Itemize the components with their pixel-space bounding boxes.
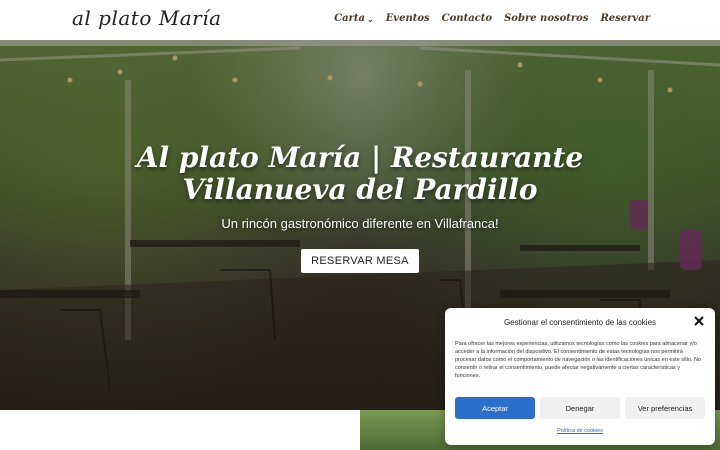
- nav-item-label: Sobre nosotros: [504, 13, 589, 24]
- nav-item-reservar[interactable]: Reservar: [601, 13, 651, 24]
- site-header: al plato María Carta ⌄ Eventos Contacto …: [0, 0, 720, 40]
- cookie-description: Para ofrecer las mejores experiencias, u…: [455, 341, 702, 379]
- nav-item-contacto[interactable]: Contacto: [442, 13, 492, 24]
- cookie-title: Gestionar el consentimiento de las cooki…: [503, 318, 657, 327]
- site-logo[interactable]: al plato María: [72, 6, 222, 30]
- nav-item-label: Eventos: [385, 13, 430, 24]
- hero-content: Al plato María | Restaurante Villanueva …: [0, 142, 720, 273]
- preferences-button[interactable]: Ver preferencias: [625, 397, 705, 419]
- accept-button[interactable]: Aceptar: [455, 397, 535, 419]
- nav-item-eventos[interactable]: Eventos: [386, 13, 430, 24]
- nav-item-label: Contacto: [441, 13, 493, 24]
- nav-item-sobre-nosotros[interactable]: Sobre nosotros: [504, 13, 588, 24]
- content-section: [0, 410, 360, 450]
- nav-item-label: Carta: [334, 13, 365, 24]
- nav-item-carta[interactable]: Carta ⌄: [334, 13, 374, 24]
- cookie-buttons: Aceptar Denegar Ver preferencias: [455, 397, 705, 419]
- deny-button[interactable]: Denegar: [540, 397, 620, 419]
- chevron-down-icon: ⌄: [366, 13, 374, 24]
- cookie-consent-modal: Gestionar el consentimiento de las cooki…: [445, 308, 715, 445]
- hero-title: Al plato María | Restaurante Villanueva …: [136, 141, 584, 206]
- reservar-mesa-button[interactable]: RESERVAR MESA: [301, 249, 419, 273]
- nav-item-label: Reservar: [600, 13, 651, 24]
- main-nav: Carta ⌄ Eventos Contacto Sobre nosotros …: [334, 13, 650, 24]
- close-icon[interactable]: [693, 315, 705, 327]
- cookie-policy-link[interactable]: Política de cookies: [445, 428, 715, 434]
- hero-subtitle: Un rincón gastronómico diferente en Vill…: [221, 216, 499, 231]
